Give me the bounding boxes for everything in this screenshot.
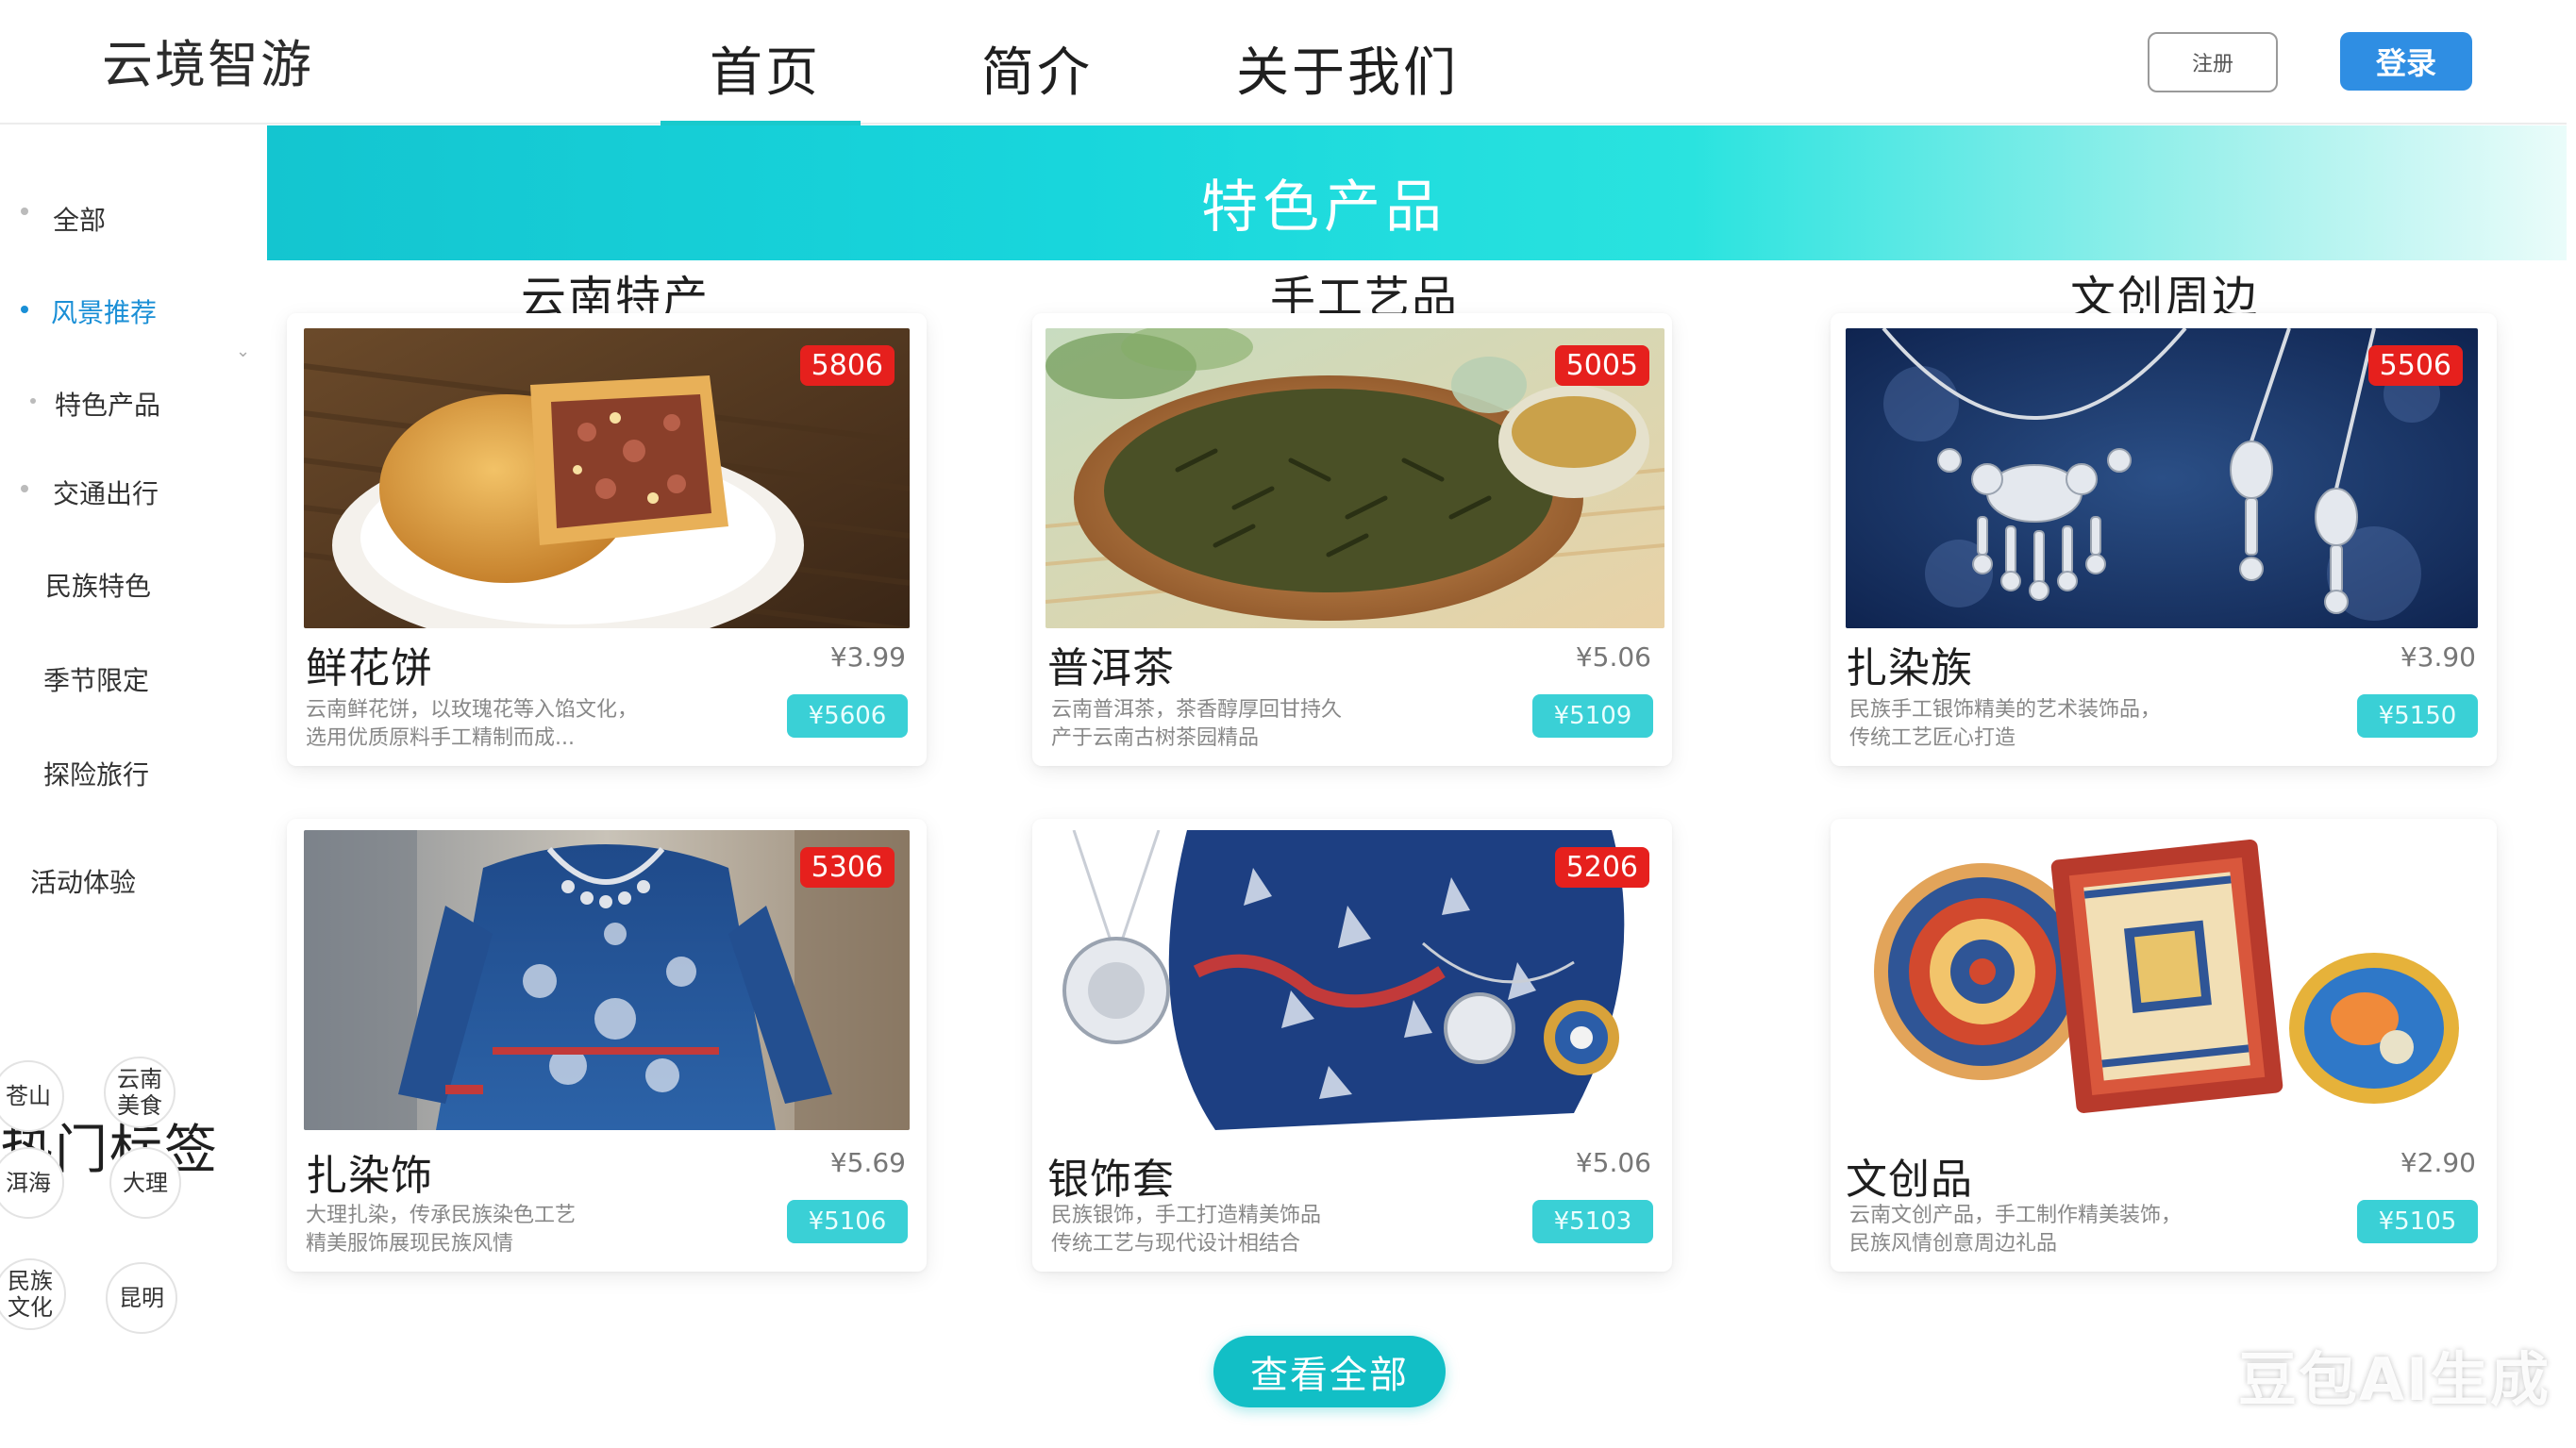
sidebar-item-all[interactable]: 全部 [53,200,106,238]
product-description-line2: 传统工艺与现代设计相结合 [1051,1232,1301,1256]
nav-home[interactable]: 首页 [710,30,821,107]
bullet-icon [21,306,28,313]
product-description: 民族银饰，手工打造精美饰品 [1051,1204,1322,1227]
banner-title: 特色产品 [1201,175,1447,241]
buy-button[interactable]: ¥5105 [2357,1200,2478,1243]
discount-badge: 5306 [799,847,895,888]
product-description-line2: 民族风情创意周边礼品 [1849,1232,2058,1256]
bullet-icon [21,485,28,492]
discount-badge: 5806 [799,345,895,386]
product-description: 云南文创产品，手工制作精美装饰， [1849,1204,2183,1227]
product-card[interactable]: 5806 鲜花饼 ¥3.99 云南鲜花饼，以玫瑰花等入馅文化， 选用优质原料手工… [287,313,927,766]
nav-about-us[interactable]: 关于我们 [1236,30,1459,107]
register-button[interactable]: 注册 [2148,32,2278,92]
product-image-cultural-souvenirs [1846,830,2478,1130]
product-image-tie-dye-dress: 5306 [304,830,910,1130]
product-name[interactable]: 扎染饰 [306,1141,433,1202]
product-card[interactable]: 5206 银饰套 ¥5.06 民族银饰，手工打造精美饰品 传统工艺与现代设计相结… [1032,819,1672,1272]
product-image-puer-tea: 5005 [1045,328,1664,628]
product-price: ¥5.06 [1575,641,1651,673]
product-price: ¥5.69 [829,1147,906,1178]
section-banner: 特色产品 [267,125,2567,260]
buy-button[interactable]: ¥5606 [787,694,908,738]
tag-dali[interactable]: 大理 [109,1147,181,1219]
product-name[interactable]: 鲜花饼 [306,634,433,694]
product-description: 云南普洱茶，茶香醇厚回甘持久 [1051,698,1343,722]
product-description: 民族手工银饰精美的艺术装饰品， [1849,698,2162,722]
sidebar-item-seasonal[interactable]: 季节限定 [43,660,149,698]
product-description-line2: 选用优质原料手工精制而成... [306,726,575,750]
buy-button[interactable]: ¥5150 [2357,694,2478,738]
sidebar-item-scenery[interactable]: 风景推荐 [51,292,157,330]
ai-generated-watermark: 豆包AI生成 [2238,1345,2551,1414]
product-name[interactable]: 文创品 [1846,1145,1973,1206]
sidebar-item-activities[interactable]: 活动体验 [30,862,136,900]
brand-logo[interactable]: 云境智游 [102,23,313,97]
product-description: 云南鲜花饼，以玫瑰花等入馅文化， [306,698,639,722]
tag-yunnan-food[interactable]: 云南 美食 [104,1057,176,1128]
product-price: ¥3.90 [2400,641,2476,673]
top-navbar: 云境智游 首页 简介 关于我们 注册 登录 [0,0,2567,125]
sidebar-item-transport[interactable]: 交通出行 [53,474,159,511]
buy-button[interactable]: ¥5109 [1532,694,1653,738]
product-card[interactable]: 5005 普洱茶 ¥5.06 云南普洱茶，茶香醇厚回甘持久 产于云南古树茶园精品… [1032,313,1672,766]
product-price: ¥2.90 [2400,1147,2476,1178]
bullet-icon [30,398,36,404]
tag-kunming[interactable]: 昆明 [106,1262,177,1334]
product-image-flower-cake: 5806 [304,328,910,628]
discount-badge: 5506 [2367,345,2463,386]
sidebar-item-adventure[interactable]: 探险旅行 [43,755,149,792]
product-description-line2: 产于云南古树茶园精品 [1051,726,1260,750]
sidebar-item-ethnic[interactable]: 民族特色 [45,566,151,604]
product-image-silver-jewelry: 5506 [1846,328,2478,628]
discount-badge: 5206 [1554,847,1649,888]
product-card[interactable]: 5506 扎染族 ¥3.90 民族手工银饰精美的艺术装饰品， 传统工艺匠心打造 … [1831,313,2497,766]
bullet-icon [21,208,28,215]
product-description-line2: 精美服饰展现民族风情 [306,1232,514,1256]
category-sidebar: 全部 ⌄ 风景推荐 特色产品 交通出行 民族特色 季节限定 探险旅行 活动体验 … [0,126,264,1447]
view-all-button[interactable]: 查看全部 [1213,1336,1446,1407]
product-description: 大理扎染，传承民族染色工艺 [306,1204,577,1227]
discount-badge: 5005 [1554,345,1649,386]
nav-intro[interactable]: 简介 [981,30,1093,107]
product-name[interactable]: 普洱茶 [1047,634,1175,694]
product-price: ¥5.06 [1575,1147,1651,1178]
product-name[interactable]: 扎染族 [1846,634,1973,694]
product-card[interactable]: 文创品 ¥2.90 云南文创产品，手工制作精美装饰， 民族风情创意周边礼品 ¥5… [1831,819,2497,1272]
product-card[interactable]: 5306 扎染饰 ¥5.69 大理扎染，传承民族染色工艺 精美服饰展现民族风情 … [287,819,927,1272]
chevron-down-icon[interactable]: ⌄ [236,341,250,361]
buy-button[interactable]: ¥5103 [1532,1200,1653,1243]
product-image-silver-set: 5206 [1045,830,1664,1130]
product-description-line2: 传统工艺匠心打造 [1849,726,2016,750]
login-button[interactable]: 登录 [2340,32,2472,91]
buy-button[interactable]: ¥5106 [787,1200,908,1243]
product-name[interactable]: 银饰套 [1047,1145,1175,1206]
product-price: ¥3.99 [829,641,906,673]
sidebar-item-products[interactable]: 特色产品 [55,385,160,423]
